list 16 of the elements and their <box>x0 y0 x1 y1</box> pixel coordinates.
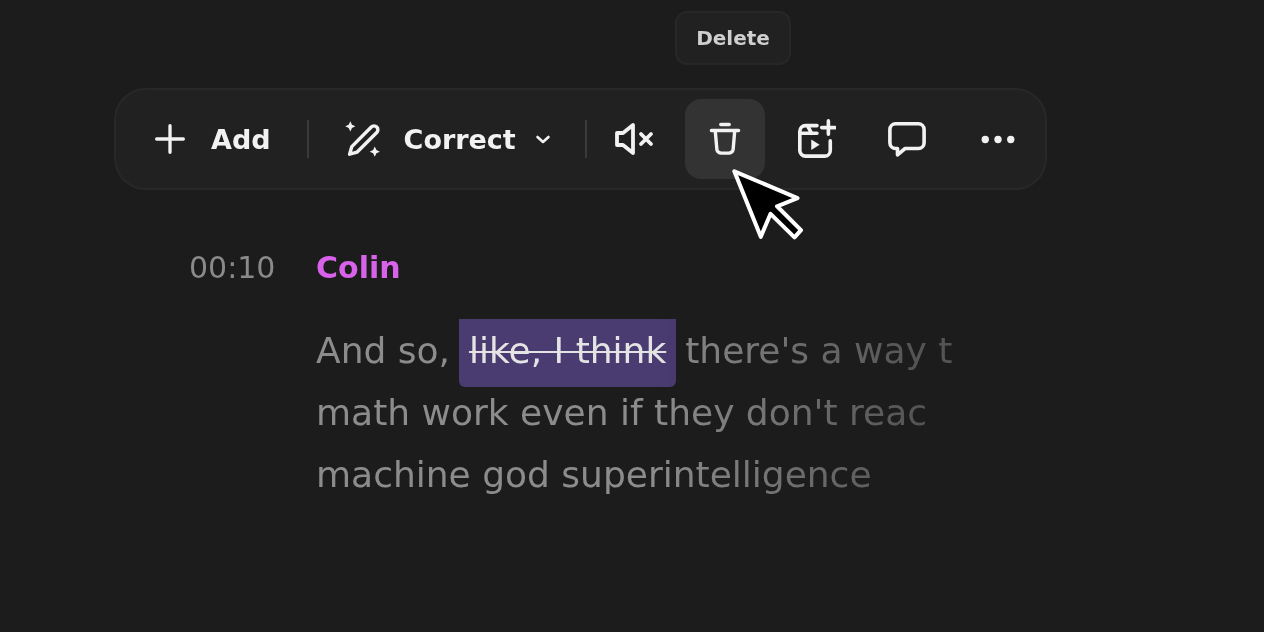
chevron-down-icon <box>535 134 550 144</box>
tooltip: Delete <box>675 11 791 65</box>
transcript-text: And so, <box>316 329 450 371</box>
more-icon <box>980 134 1015 144</box>
trash-icon <box>707 122 742 156</box>
speaker-name: Colin <box>316 249 401 285</box>
speech-bubble-icon <box>887 120 926 158</box>
transcript-text: math work even if they don't reac <box>316 391 928 433</box>
pencil-sparkle-icon <box>343 120 382 158</box>
plus-icon <box>155 124 185 154</box>
mouse-pointer-icon <box>732 169 804 241</box>
timestamp: 00:10 <box>189 250 277 284</box>
video-plus-icon <box>795 119 836 159</box>
transcript-text: there's a way t <box>685 329 953 371</box>
delete-button[interactable] <box>684 99 765 179</box>
transcript-text: machine god superintelligence <box>316 453 872 495</box>
